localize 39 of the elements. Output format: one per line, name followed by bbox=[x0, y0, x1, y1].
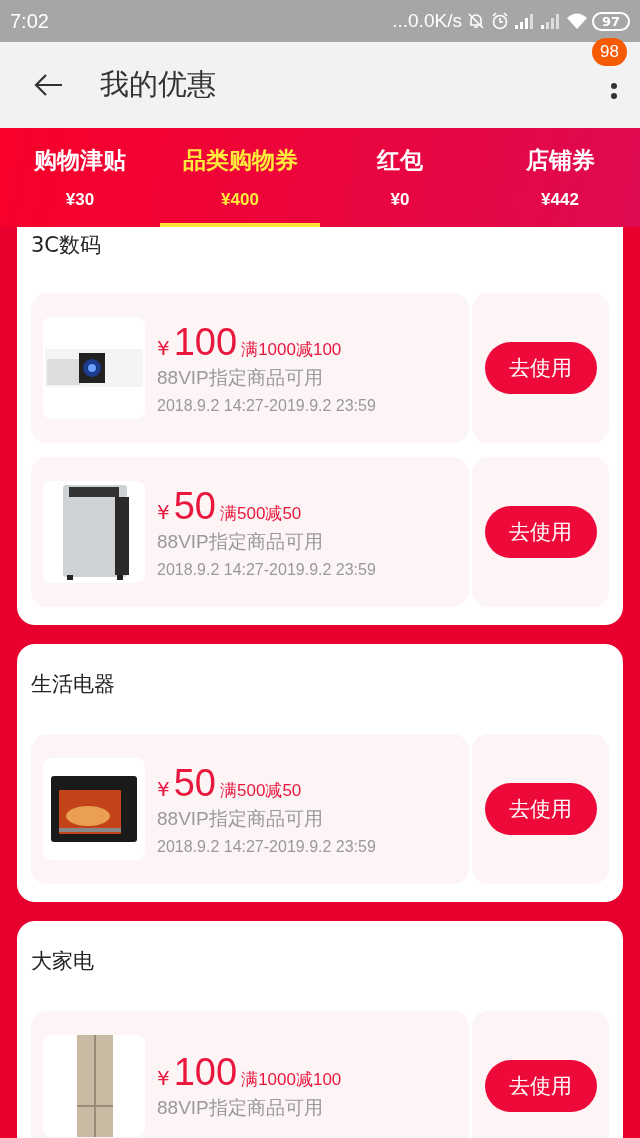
back-arrow-icon[interactable] bbox=[34, 73, 64, 97]
coupon-scope: 88VIP指定商品可用 bbox=[157, 1096, 323, 1120]
coupon-condition: 满1000减100 bbox=[241, 1069, 342, 1091]
currency-sign: ¥ bbox=[157, 1066, 170, 1090]
coupon-amount: 100 bbox=[173, 321, 238, 363]
notification-badge: 98 bbox=[592, 38, 627, 66]
use-coupon-button[interactable]: 去使用 bbox=[484, 342, 597, 394]
category-title: 3C数码 bbox=[31, 232, 102, 259]
category-title: 生活电器 bbox=[31, 671, 115, 698]
category-title: 大家电 bbox=[31, 948, 94, 975]
coupon-scope: 88VIP指定商品可用 bbox=[157, 807, 323, 831]
category-tab[interactable]: 店铺券 ¥442 bbox=[480, 128, 640, 227]
battery-level: 97 bbox=[591, 11, 630, 31]
coupon-scope: 88VIP指定商品可用 bbox=[157, 366, 323, 390]
category-tab[interactable]: 购物津贴 ¥30 bbox=[0, 128, 160, 227]
currency-sign: ¥ bbox=[157, 500, 170, 524]
bell-off-icon bbox=[465, 11, 486, 31]
validity-period: 2018.9.2 14:27-2019.9.2 23:59 bbox=[157, 397, 376, 415]
coupon-amount: 50 bbox=[173, 762, 216, 804]
network-speed: ...0.0K/s bbox=[392, 10, 462, 32]
signal-icon bbox=[539, 12, 562, 30]
clock-time: 7:02 bbox=[10, 9, 49, 33]
coupon-amount: 100 bbox=[173, 1051, 238, 1093]
coupon-scope: 88VIP指定商品可用 bbox=[157, 530, 323, 554]
signal-icon bbox=[513, 12, 536, 30]
use-coupon-button[interactable]: 去使用 bbox=[484, 783, 597, 835]
use-coupon-button[interactable]: 去使用 bbox=[484, 506, 597, 558]
category-tab[interactable]: 红包 ¥0 bbox=[320, 128, 480, 227]
coupon-condition: 满500减50 bbox=[220, 780, 302, 802]
wifi-icon bbox=[565, 12, 588, 30]
coupon-amount: 50 bbox=[173, 485, 216, 527]
page-title: 我的优惠 bbox=[100, 66, 217, 103]
coupon-condition: 满500减50 bbox=[220, 503, 302, 525]
currency-sign: ¥ bbox=[157, 336, 170, 360]
currency-sign: ¥ bbox=[157, 777, 170, 801]
coupon-condition: 满1000减100 bbox=[241, 339, 342, 361]
validity-period: 2018.9.2 14:27-2019.9.2 23:59 bbox=[157, 838, 376, 856]
use-coupon-button[interactable]: 去使用 bbox=[484, 1060, 597, 1112]
validity-period: 2018.9.2 14:27-2019.9.2 23:59 bbox=[157, 561, 376, 579]
